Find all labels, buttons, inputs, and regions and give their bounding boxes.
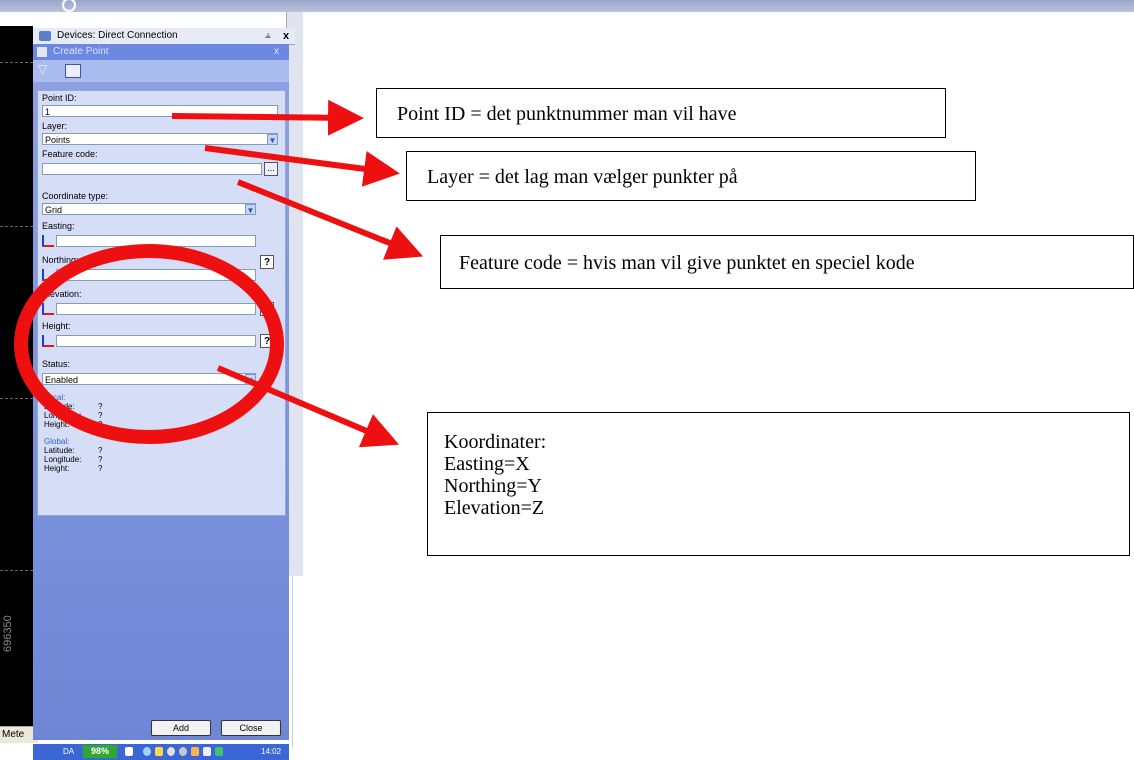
arrow-point-id — [171, 99, 364, 136]
arrow-feature-code — [236, 179, 424, 260]
arrow-layer — [204, 145, 400, 187]
callout-northing-text: Northing=Y — [444, 475, 542, 497]
callout-point-id-text: Point ID = det punktnummer man vil have — [397, 103, 737, 125]
callout-elevation-text: Elevation=Z — [444, 497, 545, 519]
callout-koordinater-heading: Koordinater: — [444, 431, 547, 453]
callout-feature-code: Feature code = hvis man vil give punktet… — [440, 235, 1134, 289]
callout-easting-text: Easting=X — [444, 453, 530, 475]
arrow-koordinater — [216, 365, 400, 448]
callout-feature-code-text: Feature code = hvis man vil give punktet… — [459, 252, 915, 274]
callout-layer-text: Layer = det lag man vælger punkter på — [427, 166, 738, 188]
callout-point-id: Point ID = det punktnummer man vil have — [376, 88, 946, 138]
callout-koordinater: Koordinater: Easting=X Northing=Y Elevat… — [427, 412, 1130, 556]
callout-layer: Layer = det lag man vælger punkter på — [406, 151, 976, 201]
